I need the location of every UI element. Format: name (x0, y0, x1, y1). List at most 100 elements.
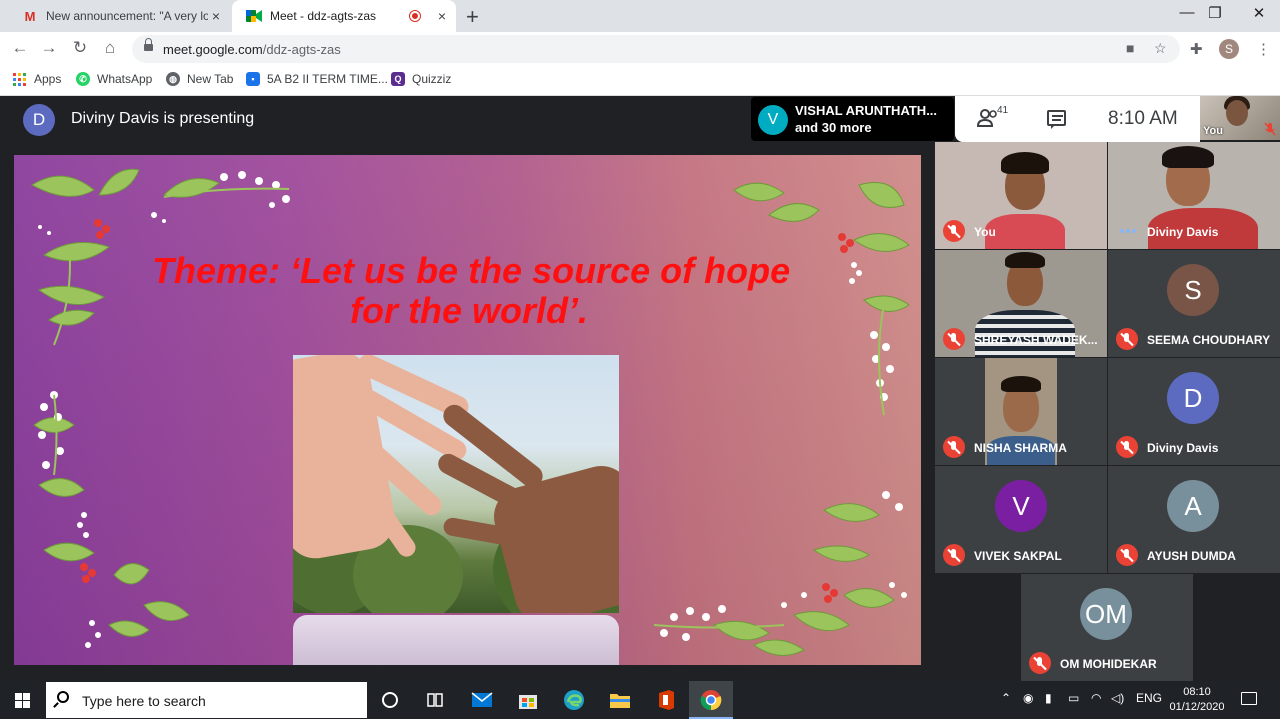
mic-off-icon (1116, 328, 1138, 350)
address-bar[interactable]: meet.google.com/ddz-agts-zas ■ ☆ (132, 35, 1180, 63)
presentation-slide: Theme: ‘Let us be the source of hope for… (14, 155, 921, 665)
menu-icon[interactable]: ⋮ (1256, 40, 1271, 58)
speaker-avatar: V (758, 105, 788, 135)
participant-avatar: A (1167, 480, 1219, 532)
participant-avatar: D (1167, 372, 1219, 424)
task-view-icon[interactable] (423, 688, 447, 712)
search-icon (57, 691, 69, 703)
language-indicator[interactable]: ENG (1136, 691, 1162, 705)
reload-icon[interactable]: ↻ (69, 38, 91, 58)
microphone-icon[interactable]: ▮ (1045, 691, 1052, 705)
gmail-icon: M (24, 8, 36, 24)
people-tray-icon[interactable]: ◉ (1023, 691, 1033, 705)
mic-off-icon (943, 544, 965, 566)
maximize-button[interactable]: ❐ (1192, 4, 1238, 22)
close-tab-icon[interactable]: × (208, 8, 224, 24)
windows-start-icon[interactable] (15, 693, 30, 708)
bookmark-quizziz[interactable]: Q Quizziz (391, 72, 451, 86)
participant-name: Diviny Davis (1147, 441, 1219, 455)
search-placeholder: Type here to search (82, 693, 206, 709)
participant-tile[interactable]: Diviny Davis (1108, 142, 1280, 249)
meeting-clock: 8:10 AM (1108, 108, 1178, 129)
home-icon[interactable]: ⌂ (99, 38, 121, 58)
tab-title: Meet - ddz-agts-zas (270, 9, 377, 23)
mail-icon[interactable] (470, 688, 494, 712)
volume-icon[interactable]: ◁) (1111, 691, 1124, 705)
active-speaker-pill[interactable]: V VISHAL ARUNTHATH... and 30 more (751, 97, 954, 141)
chrome-taskbar-button[interactable] (689, 681, 733, 719)
participant-avatar: S (1167, 264, 1219, 316)
participant-tile[interactable]: NISHA SHARMA (935, 358, 1107, 465)
participant-tile[interactable]: D Diviny Davis (1108, 358, 1280, 465)
presenter-bar: D Diviny Davis is presenting V VISHAL AR… (0, 96, 954, 142)
camera-icon[interactable]: ■ (1126, 40, 1134, 56)
profile-avatar[interactable]: S (1219, 39, 1239, 59)
presenter-avatar: D (23, 104, 55, 136)
participant-avatar: V (995, 480, 1047, 532)
browser-toolbar: ← → ↻ ⌂ meet.google.com/ddz-agts-zas ■ ☆… (0, 32, 1280, 66)
self-view-thumbnail[interactable]: You (1200, 96, 1280, 140)
participant-tile[interactable]: SHREYASH WADEK... (935, 250, 1107, 357)
mic-off-icon (943, 328, 965, 350)
participant-name: OM MOHIDEKAR (1060, 657, 1157, 671)
mic-off-icon (943, 436, 965, 458)
bookmark-apps[interactable]: Apps (13, 72, 61, 86)
participant-name: Diviny Davis (1147, 225, 1219, 239)
theme-line-2: for the world’. (350, 291, 588, 331)
chevron-up-icon[interactable]: ⌃ (1001, 691, 1011, 705)
bookmark-label: New Tab (187, 72, 234, 86)
bookmark-whatsapp[interactable]: ✆ WhatsApp (76, 72, 152, 86)
forward-icon[interactable]: → (38, 38, 60, 58)
presenter-text: Diviny Davis is presenting (71, 110, 255, 127)
chat-icon[interactable] (1047, 110, 1066, 129)
participant-tile[interactable]: OM OM MOHIDEKAR (1021, 574, 1193, 681)
extensions-icon[interactable]: ✚ (1190, 40, 1203, 58)
browser-tab-strip: M New announcement: "A very love × Meet … (0, 0, 1280, 32)
bookmarks-bar: Apps ✆ WhatsApp ◍ New Tab ▪ 5A B2 II TER… (0, 66, 1280, 96)
participant-tile[interactable]: V VIVEK SAKPAL (935, 466, 1107, 573)
participant-tile[interactable]: A AYUSH DUMDA (1108, 466, 1280, 573)
back-icon[interactable]: ← (9, 38, 31, 58)
self-label: You (1203, 125, 1223, 137)
bookmark-label: 5A B2 II TERM TIME... (267, 72, 388, 86)
meet-controls-panel: 41 8:10 AM (955, 96, 1200, 142)
apps-icon (13, 72, 26, 86)
participant-tile[interactable]: You (935, 142, 1107, 249)
wifi-icon[interactable]: ◠ (1091, 691, 1101, 705)
taskbar-search-box[interactable]: Type here to search (46, 682, 367, 718)
notifications-icon[interactable] (1241, 692, 1257, 705)
participant-name: SEEMA CHOUDHARY (1147, 333, 1271, 347)
url-text: meet.google.com/ddz-agts-zas (163, 42, 341, 57)
clock-date: 01/12/2020 (1169, 701, 1225, 713)
tab-gmail[interactable]: M New announcement: "A very love × (8, 0, 230, 32)
participant-name: VIVEK SAKPAL (974, 549, 1062, 563)
hands-photo (293, 355, 619, 613)
office-icon[interactable] (654, 688, 678, 712)
new-tab-button[interactable]: + (466, 4, 479, 30)
close-tab-icon[interactable]: × (434, 8, 450, 24)
url-host: meet.google.com (163, 42, 263, 57)
file-explorer-icon[interactable] (608, 688, 632, 712)
meet-icon (246, 8, 262, 24)
participant-tile[interactable]: S SEEMA CHOUDHARY (1108, 250, 1280, 357)
speaking-indicator-icon (1120, 229, 1136, 233)
store-icon[interactable] (516, 688, 540, 712)
classroom-icon: ▪ (246, 72, 260, 86)
bookmark-timetable[interactable]: ▪ 5A B2 II TERM TIME... (246, 72, 388, 86)
bookmark-new-tab[interactable]: ◍ New Tab (166, 72, 233, 86)
edge-icon[interactable] (562, 688, 586, 712)
cortana-icon[interactable] (378, 688, 402, 712)
system-clock[interactable]: 08:10 01/12/2020 (1168, 685, 1226, 715)
participant-name: SHREYASH WADEK... (974, 333, 1098, 347)
participant-name: You (974, 225, 996, 239)
participant-name: NISHA SHARMA (974, 441, 1067, 455)
windows-taskbar: Type here to search ⌃ ◉ ▮ ▭ ◠ ◁) ENG 08:… (0, 681, 1280, 719)
bookmark-label: WhatsApp (97, 72, 153, 86)
bookmark-star-icon[interactable]: ☆ (1154, 40, 1167, 57)
close-window-button[interactable]: ✕ (1236, 4, 1280, 22)
participant-grid: You Diviny Davis SHREYASH WADEK... S SEE (935, 142, 1280, 681)
chrome-icon (700, 690, 722, 711)
tab-meet[interactable]: Meet - ddz-agts-zas × (232, 0, 456, 32)
theme-line-1: Theme: ‘Let us be the source of hope (152, 251, 790, 291)
battery-icon[interactable]: ▭ (1068, 691, 1079, 705)
